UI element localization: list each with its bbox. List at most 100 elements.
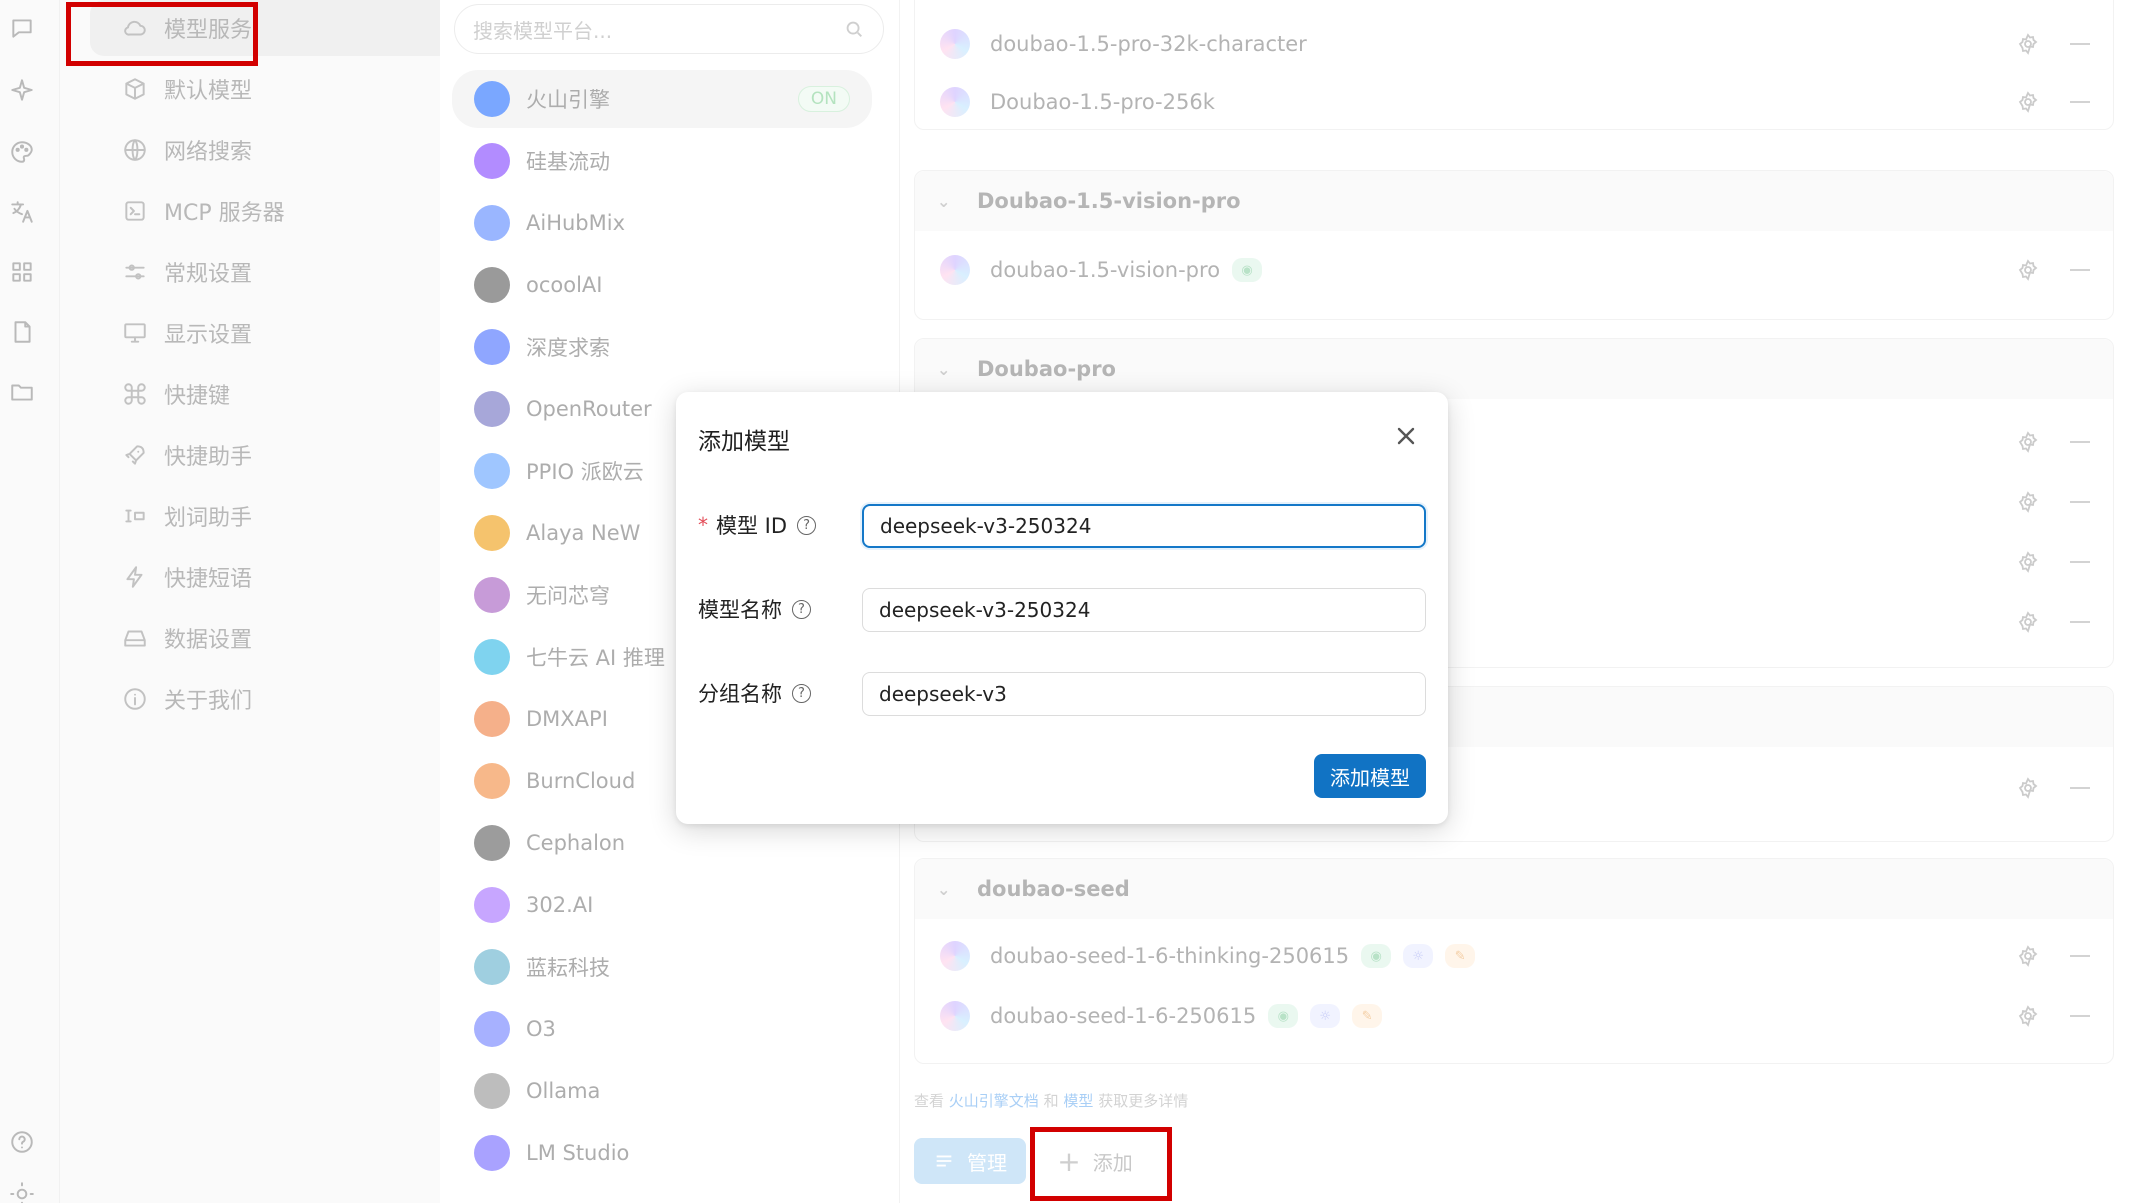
group-header[interactable]: ⌄ Doubao-pro — [915, 339, 2113, 399]
settings-gear-icon[interactable] — [2016, 490, 2040, 514]
sparkle-icon[interactable] — [8, 76, 36, 104]
menu-item-about[interactable]: 关于我们 — [90, 671, 480, 727]
dialog-title: 添加模型 — [698, 429, 790, 455]
group-header[interactable]: ⌄ Doubao-1.5-vision-pro — [915, 171, 2113, 231]
help-icon[interactable]: ? — [792, 683, 811, 703]
tool-wrench-icon: ✎ — [1352, 1004, 1383, 1028]
remove-model-button[interactable] — [2070, 101, 2090, 103]
provider-item[interactable]: AiHubMix — [452, 194, 872, 252]
provider-logo-icon — [474, 887, 510, 923]
menu-item-quick-assistant[interactable]: 快捷助手 — [90, 427, 480, 483]
provider-logo-icon — [474, 143, 510, 179]
remove-model-button[interactable] — [2070, 269, 2090, 271]
menu-item-label: 划词助手 — [164, 506, 253, 531]
provider-logo-icon — [474, 453, 510, 489]
remove-model-button[interactable] — [2070, 441, 2090, 443]
globe-icon — [120, 135, 150, 165]
model-name: doubao-seed-1-6-thinking-250615 — [990, 944, 1350, 968]
file-icon[interactable] — [8, 318, 36, 346]
search-icon — [846, 21, 862, 37]
required-asterisk: * — [698, 513, 708, 537]
menu-item-mcp-server[interactable]: MCP 服务器 — [90, 183, 480, 239]
chevron-down-icon: ⌄ — [937, 191, 951, 211]
remove-model-button[interactable] — [2070, 501, 2090, 503]
provider-item[interactable]: Ollama — [452, 1062, 872, 1120]
remove-model-button[interactable] — [2070, 621, 2090, 623]
apps-icon[interactable] — [8, 258, 36, 286]
help-icon[interactable]: ? — [792, 599, 811, 619]
menu-item-label: MCP 服务器 — [164, 201, 285, 226]
menu-item-default-model[interactable]: 默认模型 — [90, 61, 480, 117]
provider-item[interactable]: 硅基流动 — [452, 132, 872, 190]
sliders-icon — [120, 257, 150, 287]
menu-item-display-settings[interactable]: 显示设置 — [90, 305, 480, 361]
provider-name: Cephalon — [526, 831, 626, 855]
provider-search-input[interactable]: 搜索模型平台... — [454, 4, 884, 54]
reasoning-sun-icon: ☼ — [1310, 1004, 1341, 1028]
group-name-input[interactable] — [862, 672, 1426, 716]
settings-gear-icon[interactable] — [2016, 32, 2040, 56]
menu-item-general-settings[interactable]: 常规设置 — [90, 244, 480, 300]
folder-icon[interactable] — [8, 378, 36, 406]
brightness-icon[interactable] — [8, 1180, 36, 1203]
add-model-submit-button[interactable]: 添加模型 — [1314, 754, 1426, 798]
settings-gear-icon[interactable] — [2016, 610, 2040, 634]
docs-link[interactable]: 火山引擎文档 — [949, 1092, 1039, 1110]
doubao-logo-icon — [940, 1001, 970, 1031]
chat-icon[interactable] — [8, 14, 36, 42]
provider-logo-icon — [474, 329, 510, 365]
settings-gear-icon[interactable] — [2016, 90, 2040, 114]
provider-item[interactable]: ocoolAI — [452, 256, 872, 314]
provider-item[interactable]: O3 — [452, 1000, 872, 1058]
group-header[interactable]: ⌄ doubao-seed — [915, 859, 2113, 919]
settings-gear-icon[interactable] — [2016, 1004, 2040, 1028]
provider-name: 302.AI — [526, 893, 594, 917]
menu-item-data-settings[interactable]: 数据设置 — [90, 610, 480, 666]
model-name-input[interactable] — [862, 588, 1426, 632]
help-icon[interactable] — [8, 1128, 36, 1156]
model-id-input[interactable] — [862, 504, 1426, 548]
manage-button[interactable]: 管理 — [914, 1138, 1026, 1184]
model-row: doubao-seed-1-6-250615 ◉ ☼ ✎ — [914, 986, 2114, 1046]
menu-item-web-search[interactable]: 网络搜索 — [90, 122, 480, 178]
provider-logo-icon — [474, 763, 510, 799]
models-link[interactable]: 模型 — [1063, 1092, 1093, 1110]
cube-icon — [120, 74, 150, 104]
provider-name: LM Studio — [526, 1141, 630, 1165]
provider-item[interactable]: 深度求索 — [452, 318, 872, 376]
provider-item[interactable]: LM Studio — [452, 1124, 872, 1182]
help-icon[interactable]: ? — [797, 515, 817, 535]
terminal-icon — [120, 196, 150, 226]
menu-item-label: 常规设置 — [164, 262, 253, 287]
palette-icon[interactable] — [8, 138, 36, 166]
remove-model-button[interactable] — [2070, 561, 2090, 563]
provider-item[interactable]: 302.AI — [452, 876, 872, 934]
menu-item-selection-assistant[interactable]: 划词助手 — [90, 488, 480, 544]
provider-item[interactable]: 蓝耘科技 — [452, 938, 872, 996]
model-row: doubao-1.5-vision-pro ◉ — [914, 240, 2114, 300]
provider-logo-icon — [474, 1073, 510, 1109]
add-model-dialog: 添加模型 * 模型 ID ? 模型名称 ? 分组名称 ? 添加模型 — [676, 392, 1448, 824]
menu-item-shortcuts[interactable]: 快捷键 — [90, 366, 480, 422]
provider-logo-icon — [474, 1135, 510, 1171]
provider-name: AiHubMix — [526, 211, 626, 235]
menu-item-label: 快捷键 — [164, 384, 231, 409]
remove-model-button[interactable] — [2070, 1015, 2090, 1017]
remove-model-button[interactable] — [2070, 43, 2090, 45]
provider-name: Ollama — [526, 1079, 601, 1103]
settings-gear-icon[interactable] — [2016, 430, 2040, 454]
remove-model-button[interactable] — [2070, 955, 2090, 957]
remove-model-button[interactable] — [2070, 787, 2090, 789]
translate-icon[interactable] — [8, 198, 36, 226]
provider-name: 蓝耘科技 — [526, 956, 610, 980]
provider-logo-icon — [474, 949, 510, 985]
settings-gear-icon[interactable] — [2016, 258, 2040, 282]
settings-gear-icon[interactable] — [2016, 550, 2040, 574]
close-icon[interactable] — [1390, 420, 1422, 452]
menu-item-quick-phrases[interactable]: 快捷短语 — [90, 549, 480, 605]
menu-item-label: 显示设置 — [164, 323, 253, 348]
provider-item[interactable]: 火山引擎 ON — [452, 70, 872, 128]
settings-gear-icon[interactable] — [2016, 944, 2040, 968]
settings-gear-icon[interactable] — [2016, 776, 2040, 800]
provider-logo-icon — [474, 825, 510, 861]
